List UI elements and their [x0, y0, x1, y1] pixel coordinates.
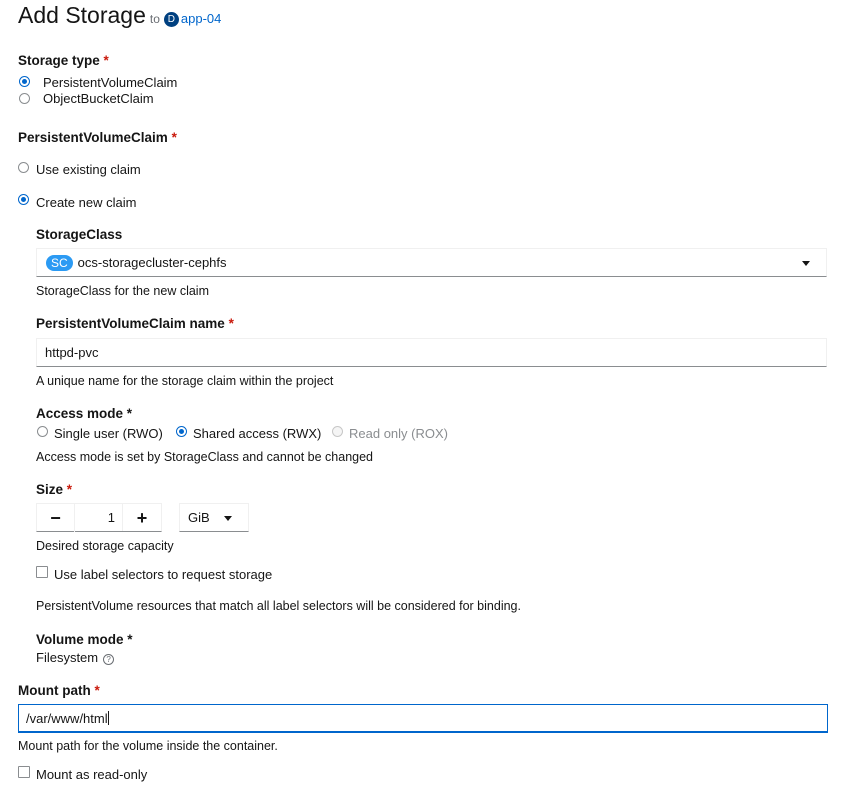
- size-increment-button[interactable]: +: [123, 504, 161, 532]
- pvc-section-label-text: PersistentVolumeClaim: [18, 130, 168, 145]
- storage-class-label: StorageClass: [36, 227, 123, 242]
- page-title-text: Add Storage: [18, 2, 146, 28]
- access-mode-rox-radio: [332, 426, 343, 437]
- storage-type-obc-label[interactable]: ObjectBucketClaim: [43, 91, 154, 106]
- read-only-label[interactable]: Mount as read-only: [36, 767, 147, 782]
- pvc-name-value: httpd-pvc: [45, 345, 99, 360]
- required-mark: *: [66, 482, 73, 497]
- access-mode-label: Access mode *: [36, 406, 133, 421]
- mount-path-value: /var/www/html: [26, 710, 108, 726]
- access-mode-rwx-label[interactable]: Shared access (RWX): [193, 426, 321, 441]
- label-selectors-label[interactable]: Use label selectors to request storage: [54, 567, 272, 582]
- mount-path-label-text: Mount path: [18, 683, 91, 698]
- namespace-badge: D: [163, 12, 179, 27]
- namespace-link[interactable]: app-04: [181, 11, 221, 26]
- storage-class-badge: SC: [46, 254, 73, 271]
- access-mode-rwo-radio[interactable]: [37, 426, 48, 437]
- mount-path-label: Mount path *: [18, 683, 100, 698]
- use-existing-claim-radio[interactable]: [18, 162, 29, 173]
- label-selectors-help: PersistentVolume resources that match al…: [36, 599, 521, 613]
- size-label-text: Size: [36, 482, 64, 497]
- access-mode-rox-label: Read only (ROX): [349, 426, 448, 441]
- text-cursor: [107, 711, 109, 725]
- required-mark: *: [228, 316, 234, 331]
- storage-class-dropdown[interactable]: SC ocs-storagecluster-cephfs: [36, 248, 827, 277]
- help-icon[interactable]: ?: [103, 654, 115, 665]
- mount-path-input[interactable]: /var/www/html: [18, 704, 828, 733]
- required-mark: *: [171, 130, 177, 145]
- size-unit-value: GiB: [188, 510, 210, 525]
- pvc-name-label: PersistentVolumeClaim name *: [36, 316, 234, 331]
- pvc-section-label: PersistentVolumeClaim *: [18, 130, 177, 145]
- read-only-checkbox[interactable]: [18, 766, 30, 778]
- required-mark: *: [94, 683, 100, 698]
- caret-down-icon: [224, 516, 232, 521]
- pvc-name-input[interactable]: httpd-pvc: [36, 338, 827, 367]
- storage-type-obc-radio[interactable]: [19, 93, 30, 104]
- pvc-name-label-text: PersistentVolumeClaim name: [36, 316, 225, 331]
- storage-type-pvc-label[interactable]: PersistentVolumeClaim: [43, 75, 177, 90]
- storage-type-pvc-radio[interactable]: [19, 76, 30, 87]
- page-title: Add Storage to Dapp-04: [18, 2, 221, 29]
- size-unit-dropdown[interactable]: GiB: [179, 503, 249, 532]
- volume-mode-value: Filesystem?: [36, 650, 115, 665]
- caret-down-icon: [802, 261, 810, 266]
- size-label: Size *: [36, 482, 72, 497]
- volume-mode-value-text: Filesystem: [36, 650, 99, 665]
- label-selectors-checkbox[interactable]: [36, 566, 48, 578]
- storage-class-value: ocs-storagecluster-cephfs: [77, 255, 227, 270]
- volume-mode-label: Volume mode *: [36, 632, 133, 647]
- storage-class-help: StorageClass for the new claim: [36, 284, 209, 298]
- use-existing-claim-label[interactable]: Use existing claim: [36, 162, 141, 177]
- storage-type-label-text: Storage type: [18, 53, 100, 68]
- access-mode-rwo-label[interactable]: Single user (RWO): [54, 426, 163, 441]
- access-mode-rwx-radio[interactable]: [176, 426, 187, 437]
- mount-path-help: Mount path for the volume inside the con…: [18, 739, 278, 753]
- pvc-name-help: A unique name for the storage claim with…: [36, 374, 334, 388]
- storage-type-label: Storage type *: [18, 53, 109, 68]
- size-value-input[interactable]: 1: [75, 504, 123, 531]
- size-decrement-button[interactable]: −: [37, 504, 75, 532]
- access-mode-help: Access mode is set by StorageClass and c…: [36, 450, 374, 464]
- size-stepper: − 1 +: [36, 503, 162, 532]
- create-new-claim-radio[interactable]: [18, 194, 29, 205]
- create-new-claim-label[interactable]: Create new claim: [36, 195, 136, 210]
- size-help: Desired storage capacity: [36, 539, 174, 553]
- to-text: to: [149, 12, 160, 26]
- required-mark: *: [103, 53, 109, 68]
